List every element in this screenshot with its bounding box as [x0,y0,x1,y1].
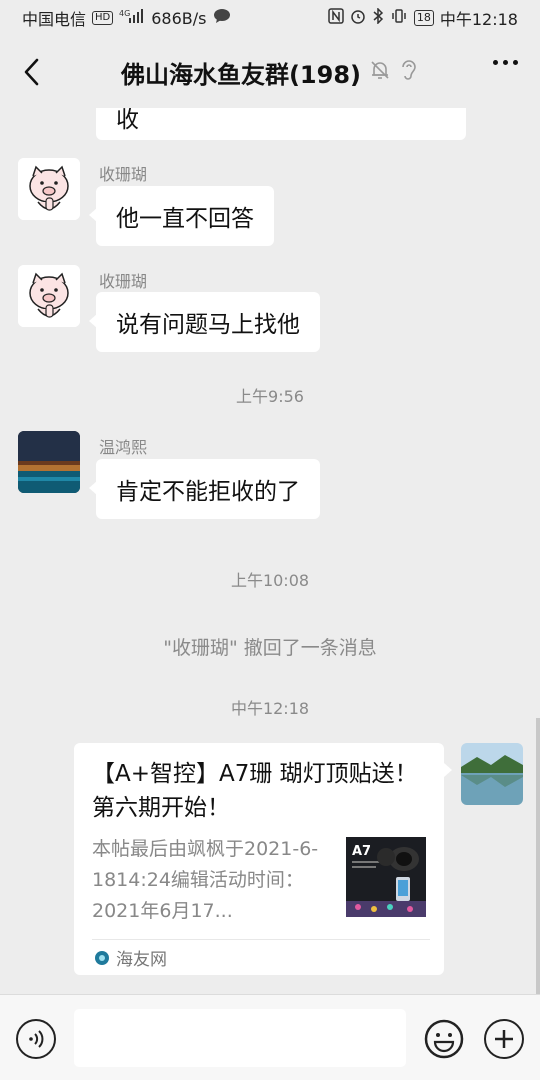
carrier-label: 中国电信 [22,10,87,29]
more-options-button[interactable] [493,60,518,65]
nfc-icon [328,8,344,28]
recall-notice: "收珊瑚" 撤回了一条消息 [163,637,377,659]
status-bar: 中国电信 HD 4G 686B/s 18 中午12:18 [0,0,540,36]
message-bubble[interactable]: 他一直不回答 [89,186,274,246]
timestamp: 上午9:56 [236,387,304,406]
avatar-night-scene[interactable] [18,431,80,493]
avatar-pig[interactable] [18,158,80,220]
battery-indicator: 18 [413,10,434,26]
network-speed: 686B/s [151,8,207,28]
plus-button[interactable] [484,1019,524,1059]
input-bar [0,994,540,1080]
message-bubble[interactable]: 说有问题马上找他 [89,292,320,352]
message-input[interactable] [74,1009,406,1067]
message-notification-icon [213,8,231,28]
sender-name: 温鸿熙 [99,438,148,457]
card-title: 【A+智控】A7珊 瑚灯顶贴送！ 第六期开始！ [92,761,418,821]
plus-icon [495,1030,513,1048]
card-description: 本帖最后由飒枫于2021-6-1814:24编辑活动时间：2021年6月17..… [92,838,319,922]
emoji-button[interactable] [424,1019,464,1059]
chat-header: 佛山海水鱼友群(198) [0,36,540,108]
source-logo-icon [95,950,109,965]
signal-icon: 4G [119,8,145,28]
hd-badge: HD [92,11,114,25]
bluetooth-icon [372,7,384,28]
card-source: 海友网 [94,945,167,970]
ear-icon [399,58,419,86]
card-thumb-label: A7 [352,844,371,859]
message-bubble[interactable]: 收 [96,108,466,140]
avatar-self-lake[interactable] [461,743,523,805]
timestamp: 上午10:08 [230,571,310,590]
alarm-icon [350,8,366,28]
timestamp: 中午12:18 [230,699,310,718]
link-card[interactable]: 【A+智控】A7珊 瑚灯顶贴送！ 第六期开始！ 本帖最后由飒枫于2021-6-1… [74,743,452,975]
card-thumbnail: A7 [346,837,426,917]
message-bubble[interactable]: 肯定不能拒收的了 [89,459,320,519]
status-time: 中午12:18 [439,10,518,29]
more-dots-icon [493,60,498,65]
svg-text:4G: 4G [119,9,130,18]
scroll-indicator[interactable] [536,718,540,994]
voice-button[interactable] [16,1019,56,1059]
sender-name: 收珊瑚 [99,272,148,291]
voice-icon [29,1030,44,1048]
chat-title: 佛山海水鱼友群(198) [120,60,362,89]
sender-name: 收珊瑚 [99,165,148,184]
chat-messages[interactable]: 收 收珊瑚 他一直不回答 收珊瑚 说有问题马上找他 上午9:56 温鸿熙 肯定不… [0,108,540,994]
card-divider [92,939,430,940]
mute-bell-icon [369,59,391,85]
avatar-pig[interactable] [18,265,80,327]
vibrate-icon [390,8,408,28]
emoji-icon [424,1019,464,1059]
